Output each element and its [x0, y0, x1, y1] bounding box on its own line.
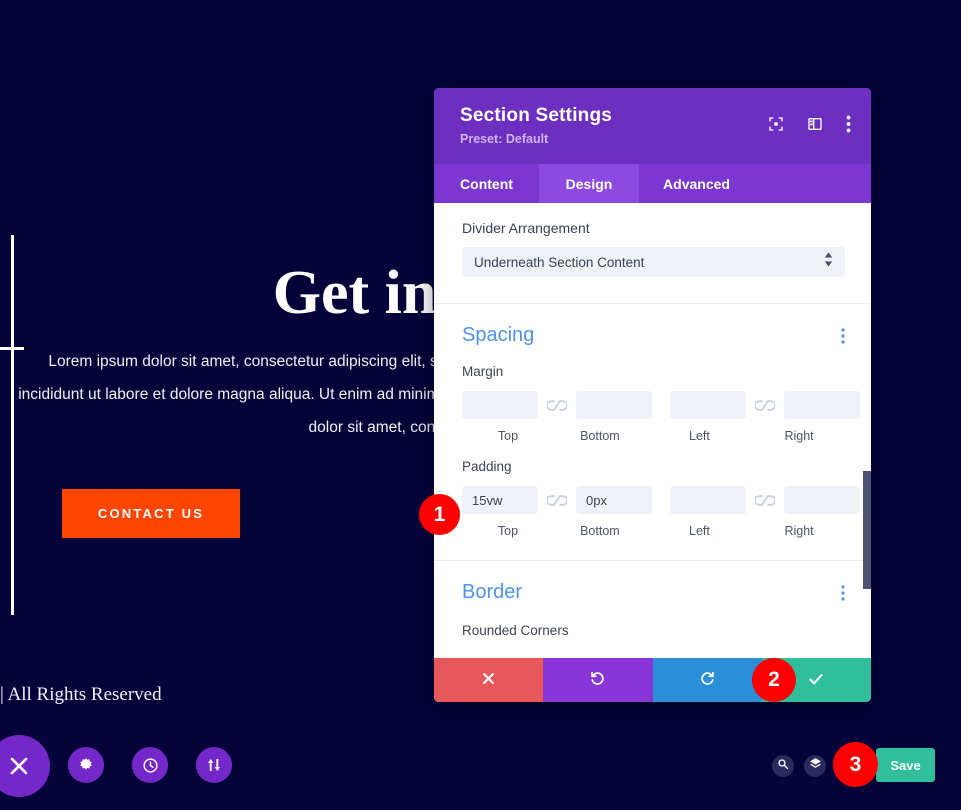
layout-panel-icon[interactable] [807, 116, 823, 132]
modal-action-bar [434, 658, 871, 702]
section-settings-modal: Section Settings Preset: Default Content… [434, 88, 871, 702]
stepper-arrows-icon [824, 252, 833, 272]
padding-label: Padding [462, 459, 512, 474]
close-icon [481, 671, 496, 689]
preset-selector[interactable]: Preset: Default [460, 132, 871, 146]
modal-header-icons [768, 115, 851, 133]
redo-icon [699, 670, 716, 690]
divider-arrangement-field: Divider Arrangement Underneath Section C… [434, 203, 871, 277]
portability-button[interactable] [196, 747, 232, 783]
spacing-more-icon[interactable] [841, 327, 845, 344]
margin-label: Margin [462, 364, 504, 379]
layers-icon [809, 757, 822, 775]
rounded-corners-label: Rounded Corners [462, 623, 569, 638]
zoom-button[interactable] [772, 755, 794, 777]
step-badge-3: 3 [833, 742, 878, 787]
link-broken-icon[interactable] [538, 399, 576, 412]
margin-top-input[interactable] [462, 391, 538, 419]
border-section-title: Border [462, 581, 523, 603]
expand-icon[interactable] [768, 116, 784, 132]
layers-button[interactable] [804, 755, 826, 777]
margin-bottom-input[interactable] [576, 391, 652, 419]
spacing-section: Spacing Margin Top Bottom Left Right Pad… [434, 304, 871, 538]
close-icon [8, 755, 30, 777]
padding-top-input[interactable] [462, 486, 538, 514]
margin-right-input[interactable] [784, 391, 860, 419]
margin-sublabels: Top Bottom Left Right [462, 429, 845, 443]
history-button[interactable] [132, 747, 168, 783]
margin-bottom-sublabel: Bottom [580, 429, 620, 443]
link-broken-icon[interactable] [746, 399, 784, 412]
margin-left-input[interactable] [670, 391, 746, 419]
check-icon [807, 670, 825, 691]
padding-left-sublabel: Left [689, 524, 710, 538]
save-button[interactable]: Save [876, 748, 935, 782]
padding-bottom-sublabel: Bottom [580, 524, 620, 538]
padding-bottom-input[interactable] [576, 486, 652, 514]
step-badge-1: 1 [419, 494, 460, 535]
zoom-icon [777, 757, 789, 775]
tab-advanced[interactable]: Advanced [639, 164, 754, 203]
padding-right-input[interactable] [784, 486, 860, 514]
padding-right-sublabel: Right [784, 524, 814, 538]
border-section: Border Rounded Corners [434, 561, 871, 638]
step-badge-2: 2 [752, 658, 796, 702]
padding-top-sublabel: Top [497, 524, 519, 538]
modal-body: Divider Arrangement Underneath Section C… [434, 203, 871, 702]
spacing-section-title: Spacing [462, 324, 535, 346]
gear-icon [78, 757, 94, 773]
border-more-icon[interactable] [841, 584, 845, 601]
margin-left-sublabel: Left [689, 429, 710, 443]
margin-top-sublabel: Top [497, 429, 519, 443]
modal-header: Section Settings Preset: Default [434, 88, 871, 164]
link-broken-icon[interactable] [538, 494, 576, 507]
redo-button[interactable] [652, 658, 762, 702]
more-vertical-icon[interactable] [846, 115, 851, 133]
contact-us-button[interactable]: CONTACT US [62, 489, 240, 538]
undo-button[interactable] [543, 658, 653, 702]
clock-icon [142, 757, 159, 774]
divider-arrangement-label: Divider Arrangement [462, 220, 590, 236]
undo-icon [589, 670, 606, 690]
arrows-up-down-icon [206, 757, 222, 773]
padding-sublabels: Top Bottom Left Right [462, 524, 845, 538]
link-broken-icon[interactable] [746, 494, 784, 507]
margin-field-group: Margin Top Bottom Left Right [462, 364, 860, 443]
settings-button[interactable] [68, 747, 104, 783]
screen: Get in touch Lorem ipsum dolor sit amet,… [0, 0, 961, 810]
divider-arrangement-select[interactable]: Underneath Section Content [462, 247, 845, 277]
tab-design[interactable]: Design [539, 164, 639, 203]
modal-tabs: Content Design Advanced [434, 164, 871, 203]
divider-arrangement-value: Underneath Section Content [474, 254, 645, 270]
padding-left-input[interactable] [670, 486, 746, 514]
cancel-button[interactable] [434, 658, 544, 702]
footer-copyright: | All Rights Reserved [0, 684, 162, 705]
padding-field-group: Padding 15vw 0px Top Bottom Left Right [462, 459, 860, 538]
tab-content[interactable]: Content [434, 164, 539, 203]
margin-right-sublabel: Right [784, 429, 814, 443]
modal-scrollbar[interactable] [863, 471, 871, 589]
